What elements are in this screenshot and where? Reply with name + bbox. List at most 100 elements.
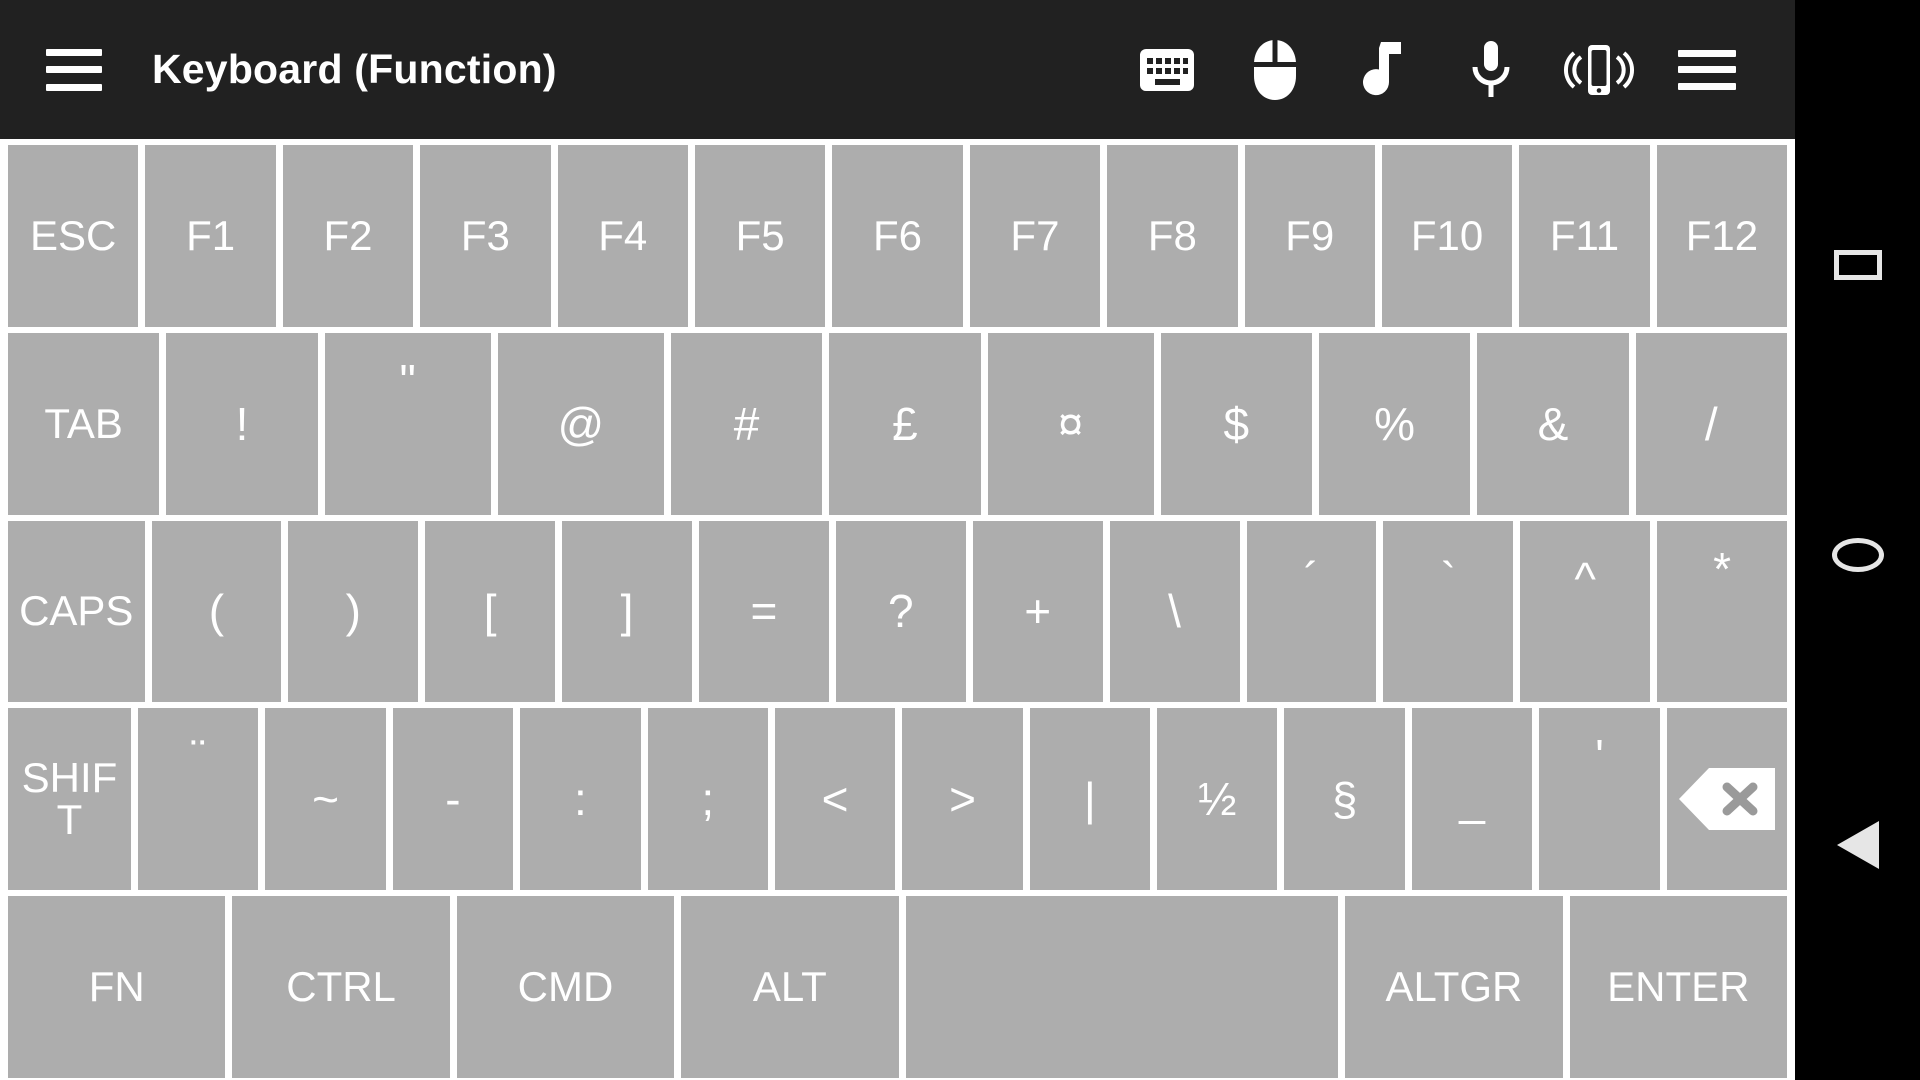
microphone-icon[interactable]	[1437, 22, 1545, 118]
key-sym310[interactable]: §	[1284, 708, 1405, 891]
key-label: `	[1440, 552, 1456, 605]
screen: Keyboard (Function) ESC F1 F2 F3 F4 F5 F…	[0, 0, 1920, 1080]
key-label: ~	[312, 773, 339, 826]
key-label: )	[345, 585, 361, 638]
recents-square-icon	[1833, 250, 1882, 280]
key-sym37[interactable]: >	[902, 708, 1023, 891]
key-sym26[interactable]: ?	[835, 520, 966, 703]
key-sym33[interactable]: -	[392, 708, 514, 891]
key-sym22[interactable]: )	[288, 520, 419, 703]
key-alt[interactable]: ALT	[681, 896, 899, 1078]
key-sym211[interactable]: ^	[1520, 520, 1651, 703]
key-shift[interactable]: SHIFT	[8, 708, 131, 891]
key-f4[interactable]: F4	[557, 145, 688, 327]
key-sym25[interactable]: =	[699, 520, 829, 703]
backspace-icon	[1678, 768, 1775, 831]
back-triangle-icon	[1836, 821, 1879, 869]
key-f5[interactable]: F5	[694, 145, 826, 327]
key-sym34[interactable]: :	[520, 708, 641, 891]
key-f6[interactable]: F6	[832, 145, 963, 327]
key-label: F8	[1147, 211, 1197, 259]
key-sym110[interactable]: /	[1635, 332, 1787, 515]
key-label: ENTER	[1607, 963, 1750, 1011]
key-label: ´	[1303, 552, 1320, 605]
key-sym18[interactable]: %	[1318, 332, 1471, 515]
key-sym24[interactable]: ]	[562, 520, 692, 703]
key-sym14[interactable]: #	[670, 332, 823, 515]
key-sym31[interactable]: ¨	[137, 708, 259, 891]
key-f8[interactable]: F8	[1107, 145, 1238, 327]
key-sym28[interactable]: \	[1109, 520, 1240, 703]
hamburger-menu-icon[interactable]	[46, 48, 102, 91]
key-label: FN	[88, 963, 145, 1011]
key-sym36[interactable]: <	[774, 708, 896, 891]
key-sym38[interactable]: |	[1029, 708, 1151, 891]
key-label: F5	[735, 211, 785, 259]
music-note-icon[interactable]	[1329, 22, 1437, 118]
key-altgr[interactable]: ALTGR	[1345, 896, 1563, 1078]
key-sym311[interactable]: _	[1411, 708, 1533, 891]
key-label: _	[1459, 773, 1485, 826]
key-label: F4	[598, 211, 648, 259]
key-esc[interactable]: ESC	[8, 145, 139, 327]
number-symbol-row: TAB! " @ # £ ¤ $% & /	[8, 332, 1787, 515]
key-label: !	[235, 397, 249, 450]
key-sym13[interactable]: @	[497, 332, 664, 515]
key-backspace[interactable]	[1666, 708, 1788, 891]
overflow-bar	[1678, 49, 1736, 57]
key-label: &	[1537, 397, 1569, 450]
key-sym212[interactable]: *	[1657, 520, 1787, 703]
key-space[interactable]	[905, 896, 1339, 1078]
recents-button[interactable]	[1795, 170, 1920, 360]
keyboard-icon[interactable]	[1113, 22, 1221, 118]
key-f3[interactable]: F3	[420, 145, 551, 327]
key-sym39[interactable]: ½	[1157, 708, 1278, 891]
key-sym210[interactable]: `	[1383, 520, 1514, 703]
key-f2[interactable]: F2	[282, 145, 414, 327]
vibrate-phone-icon[interactable]	[1545, 22, 1653, 118]
key-label: ;	[701, 773, 715, 826]
key-label: CTRL	[286, 963, 396, 1011]
key-f7[interactable]: F7	[969, 145, 1101, 327]
key-sym35[interactable]: ;	[647, 708, 768, 891]
key-sym19[interactable]: &	[1477, 332, 1629, 515]
key-f12[interactable]: F12	[1656, 145, 1788, 327]
hamburger-bar	[46, 48, 102, 56]
key-sym15[interactable]: £	[829, 332, 981, 515]
key-sym17[interactable]: $	[1160, 332, 1312, 515]
key-f9[interactable]: F9	[1244, 145, 1375, 327]
key-tab[interactable]: TAB	[8, 332, 160, 515]
back-button[interactable]	[1795, 750, 1920, 940]
home-circle-icon	[1831, 538, 1884, 572]
key-sym11[interactable]: !	[166, 332, 318, 515]
key-sym27[interactable]: +	[972, 520, 1103, 703]
key-sym16[interactable]: ¤	[987, 332, 1154, 515]
key-label: $	[1223, 397, 1250, 450]
key-f1[interactable]: F1	[145, 145, 276, 327]
home-button[interactable]	[1795, 460, 1920, 650]
key-sym32[interactable]: ~	[265, 708, 386, 891]
key-label: F6	[873, 211, 923, 259]
key-label: F10	[1410, 211, 1484, 259]
key-label: SHIFT	[21, 754, 118, 844]
app-bar: Keyboard (Function)	[0, 0, 1795, 139]
key-label: CMD	[517, 963, 614, 1011]
key-f10[interactable]: F10	[1381, 145, 1513, 327]
key-sym12[interactable]: "	[324, 332, 491, 515]
key-label: ¤	[1057, 397, 1084, 450]
key-f11[interactable]: F11	[1519, 145, 1650, 327]
key-caps[interactable]: CAPS	[8, 520, 145, 703]
key-sym23[interactable]: [	[425, 520, 556, 703]
key-ctrl[interactable]: CTRL	[232, 896, 450, 1078]
mouse-icon[interactable]	[1221, 22, 1329, 118]
key-sym29[interactable]: ´	[1246, 520, 1377, 703]
key-sym21[interactable]: (	[151, 520, 282, 703]
key-fn[interactable]: FN	[8, 896, 226, 1078]
key-label: CAPS	[19, 587, 134, 635]
key-sym312[interactable]: '	[1539, 708, 1660, 891]
key-enter[interactable]: ENTER	[1569, 896, 1788, 1078]
overflow-menu-icon[interactable]	[1653, 22, 1761, 118]
app-window: Keyboard (Function) ESC F1 F2 F3 F4 F5 F…	[0, 0, 1795, 1080]
bottom-modifier-row: FN CTRL CMD ALT ALTGR ENTER	[8, 896, 1788, 1078]
key-cmd[interactable]: CMD	[456, 896, 675, 1078]
